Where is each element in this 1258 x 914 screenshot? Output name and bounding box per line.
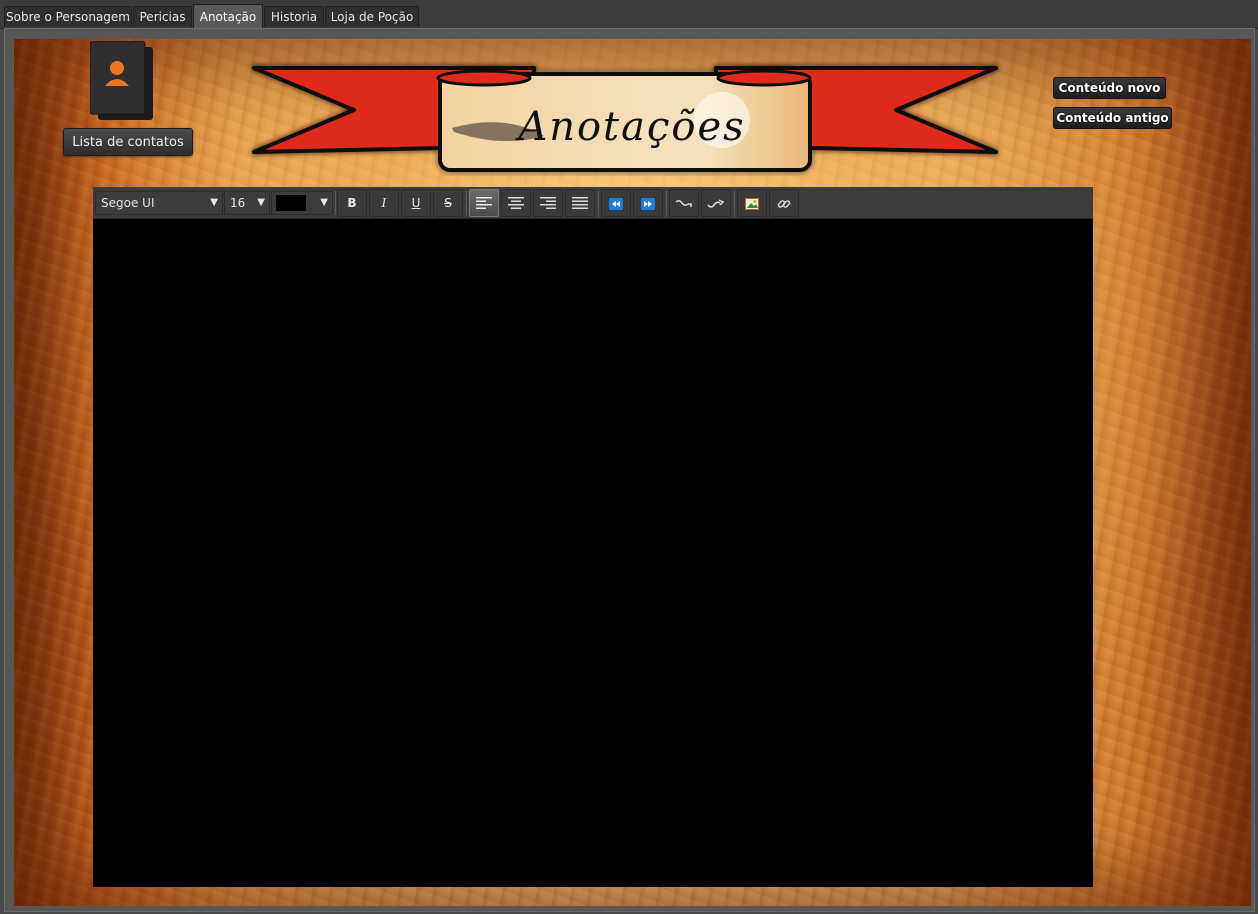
increase-indent-icon	[641, 198, 655, 210]
superscript-button[interactable]	[701, 189, 731, 217]
chevron-down-icon: ▼	[210, 197, 218, 208]
strikethrough-button[interactable]: S	[433, 189, 463, 217]
tab-bar: Sobre o Personagem Pericias Anotação His…	[0, 0, 1258, 29]
superscript-icon	[707, 199, 725, 208]
toolbar-divider	[666, 191, 667, 215]
tab-loja-de-pocao[interactable]: Loja de Poção	[325, 6, 419, 27]
align-justify-button[interactable]	[565, 189, 595, 217]
chevron-down-icon: ▼	[320, 197, 328, 208]
decrease-indent-button[interactable]	[601, 189, 631, 217]
align-right-button[interactable]	[533, 189, 563, 217]
font-size-select[interactable]: 16 ▼	[224, 191, 270, 215]
tab-anotacao[interactable]: Anotação	[193, 4, 263, 28]
toolbar-divider	[466, 191, 467, 215]
insert-link-button[interactable]	[769, 189, 799, 217]
font-family-value: Segoe UI	[101, 196, 155, 210]
new-content-button[interactable]: Conteúdo novo	[1053, 77, 1166, 99]
subscript-icon	[675, 199, 692, 207]
contact-list-button[interactable]: Lista de contatos	[63, 128, 193, 156]
bold-button[interactable]: B	[337, 189, 367, 217]
align-justify-icon	[572, 197, 588, 209]
chevron-down-icon: ▼	[257, 197, 265, 208]
old-content-button[interactable]: Conteúdo antigo	[1053, 107, 1172, 129]
text-color-select[interactable]: ▼	[271, 191, 333, 215]
insert-image-icon	[745, 198, 759, 210]
align-left-button[interactable]	[469, 189, 499, 217]
tab-historia[interactable]: Historia	[264, 6, 324, 27]
insert-link-icon	[777, 200, 791, 208]
italic-button[interactable]: I	[369, 189, 399, 217]
toolbar-divider	[335, 191, 336, 215]
font-family-select[interactable]: Segoe UI ▼	[95, 191, 223, 215]
insert-image-button[interactable]	[737, 189, 767, 217]
toolbar-divider	[734, 191, 735, 215]
page-title: Anotações	[518, 104, 746, 150]
decrease-indent-icon	[609, 198, 623, 210]
align-left-icon	[476, 197, 492, 209]
text-color-swatch	[276, 195, 306, 211]
font-size-value: 16	[230, 196, 246, 210]
toolbar-divider	[598, 191, 599, 215]
editor-toolbar: Segoe UI ▼ 16 ▼ ▼ B I U S	[93, 187, 1093, 219]
underline-button[interactable]: U	[401, 189, 431, 217]
tab-sobre-o-personagem[interactable]: Sobre o Personagem	[4, 6, 132, 27]
editor-text-area[interactable]	[93, 219, 1093, 887]
align-center-button[interactable]	[501, 189, 531, 217]
align-center-icon	[508, 197, 524, 209]
align-right-icon	[540, 197, 556, 209]
subscript-button[interactable]	[669, 189, 699, 217]
rich-text-editor: Segoe UI ▼ 16 ▼ ▼ B I U S	[93, 187, 1093, 887]
increase-indent-button[interactable]	[633, 189, 663, 217]
tab-pericias[interactable]: Pericias	[133, 6, 192, 27]
contact-card-icon[interactable]	[90, 41, 153, 120]
